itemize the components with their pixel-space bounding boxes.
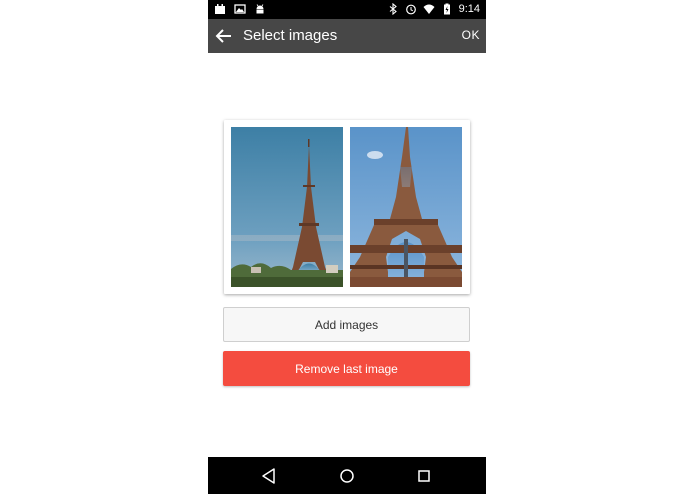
page-title: Select images [243,27,338,44]
home-circle-icon[interactable] [337,466,357,486]
selected-images-card [224,120,470,294]
status-time: 9:14 [458,3,480,15]
remove-last-image-button[interactable]: Remove last image [223,351,470,386]
system-nav-bar [208,457,486,494]
phone-screen: 9:14 Select images OK Add images Remove … [208,0,486,494]
alarm-icon [405,4,416,15]
arrow-back-icon[interactable] [214,26,234,46]
eiffel-tower-far-photo[interactable] [231,127,343,287]
status-bar: 9:14 [208,0,486,19]
image-icon [234,4,246,14]
battery-icon [443,3,450,15]
back-triangle-icon[interactable] [259,466,279,486]
ok-button[interactable]: OK [462,28,480,42]
calendar-icon [215,4,225,14]
add-images-button[interactable]: Add images [223,307,470,342]
eiffel-tower-close-photo[interactable] [350,127,462,287]
android-icon [256,4,264,14]
bluetooth-icon [389,3,397,15]
recents-square-icon[interactable] [414,466,434,486]
app-toolbar: Select images OK [208,19,486,53]
wifi-icon [423,4,435,14]
